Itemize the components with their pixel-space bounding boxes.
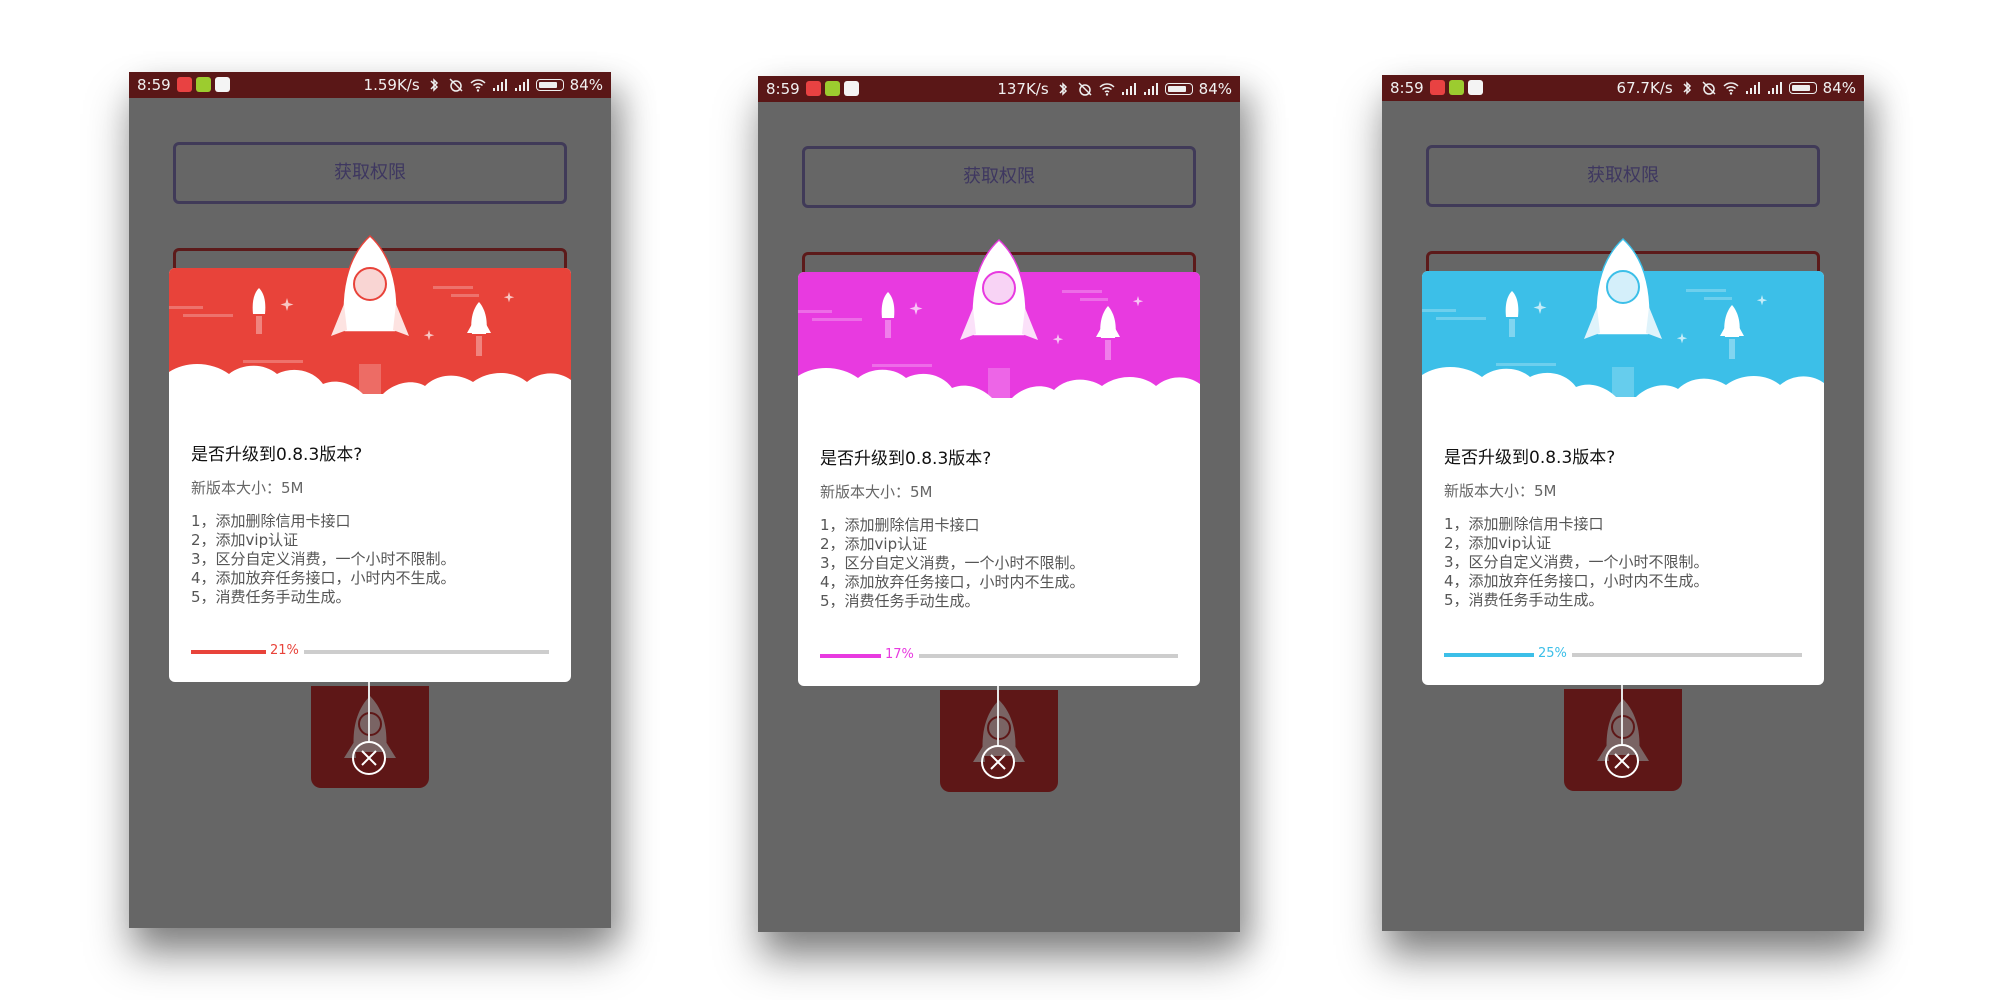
battery-icon	[535, 79, 564, 91]
release-note-line: 2，添加vip认证	[191, 531, 299, 549]
update-dialog: 是否升级到0.8.3版本? 新版本大小：5M 1，添加删除信用卡接口 2，添加v…	[169, 234, 571, 682]
progress-track	[1572, 653, 1802, 657]
status-bar: 8:59 137K/s 84%	[758, 76, 1240, 102]
wifi-icon	[470, 79, 486, 92]
release-note-line: 3，区分自定义消费，一个小时不限制。	[191, 550, 456, 568]
signal-icon-2	[1143, 83, 1158, 95]
rocket-icon	[331, 234, 409, 336]
small-rocket-left-icon	[881, 292, 895, 338]
signal-icon-2	[1767, 82, 1782, 94]
battery-icon	[1788, 82, 1817, 94]
alarm-off-icon	[449, 78, 463, 92]
update-size: 新版本大小：5M	[191, 479, 304, 497]
close-icon[interactable]	[1604, 743, 1640, 779]
phone-screen-red: 8:59 1.59K/s 84% 获取权限 是否升级到0.8.3版本? 新版本大…	[129, 72, 611, 928]
update-size: 新版本大小：5M	[820, 483, 933, 501]
status-bar: 8:59 1.59K/s 84%	[129, 72, 611, 98]
small-rocket-right-icon	[1096, 306, 1120, 360]
release-note-line: 5，消费任务手动生成。	[820, 592, 980, 610]
signal-icon	[1121, 83, 1136, 95]
notification-app-icon	[825, 81, 840, 96]
dialog-title: 是否升级到0.8.3版本?	[1444, 448, 1616, 468]
release-note-line: 2，添加vip认证	[1444, 534, 1552, 552]
release-notes: 1，添加删除信用卡接口 2，添加vip认证 3，区分自定义消费，一个小时不限制。…	[191, 512, 456, 607]
notification-app-icon	[1449, 80, 1464, 95]
close-connector	[368, 682, 370, 742]
status-bar: 8:59 67.7K/s 84%	[1382, 75, 1864, 101]
download-progress-bar: 21%	[191, 643, 549, 660]
progress-track	[304, 650, 549, 654]
release-notes: 1，添加删除信用卡接口 2，添加vip认证 3，区分自定义消费，一个小时不限制。…	[1444, 515, 1709, 610]
release-note-line: 1，添加删除信用卡接口	[1444, 515, 1604, 533]
release-note-line: 3，区分自定义消费，一个小时不限制。	[1444, 553, 1709, 571]
release-note-line: 4，添加放弃任务接口，小时内不生成。	[1444, 572, 1709, 590]
release-note-line: 5，消费任务手动生成。	[1444, 591, 1604, 609]
status-time: 8:59	[137, 76, 171, 94]
signal-icon	[492, 79, 507, 91]
small-rocket-left-icon	[252, 288, 266, 334]
signal-icon	[1745, 82, 1760, 94]
progress-fill	[820, 654, 881, 658]
rocket-icon	[1584, 237, 1662, 339]
notification-bell-icon	[806, 81, 821, 96]
notification-app-icon	[196, 77, 211, 92]
bluetooth-icon	[1683, 81, 1691, 95]
notification-triangle-icon	[844, 81, 859, 96]
small-rocket-right-icon	[1720, 305, 1744, 359]
network-speed: 1.59K/s	[363, 76, 420, 94]
release-note-line: 4，添加放弃任务接口，小时内不生成。	[191, 569, 456, 587]
close-icon[interactable]	[351, 740, 387, 776]
release-note-line: 5，消费任务手动生成。	[191, 588, 351, 606]
notification-bell-icon	[177, 77, 192, 92]
bluetooth-icon	[1059, 82, 1067, 96]
release-note-line: 3，区分自定义消费，一个小时不限制。	[820, 554, 1085, 572]
wifi-icon	[1723, 82, 1739, 95]
network-speed: 67.7K/s	[1616, 79, 1673, 97]
progress-percent: 21%	[270, 643, 299, 658]
release-note-line: 2，添加vip认证	[820, 535, 928, 553]
release-note-line: 1，添加删除信用卡接口	[191, 512, 351, 530]
progress-percent: 25%	[1538, 646, 1567, 661]
progress-track	[919, 654, 1178, 658]
alarm-off-icon	[1078, 82, 1092, 96]
notification-triangle-icon	[215, 77, 230, 92]
progress-fill	[191, 650, 266, 654]
wifi-icon	[1099, 83, 1115, 96]
download-progress-bar: 25%	[1444, 646, 1802, 663]
alarm-off-icon	[1702, 81, 1716, 95]
notification-triangle-icon	[1468, 80, 1483, 95]
battery-level: 84%	[1198, 80, 1232, 98]
get-permission-button[interactable]: 获取权限	[1426, 145, 1820, 207]
bluetooth-icon	[430, 78, 438, 92]
update-dialog: 是否升级到0.8.3版本? 新版本大小：5M 1，添加删除信用卡接口 2，添加v…	[798, 238, 1200, 686]
small-rocket-right-icon	[467, 302, 491, 356]
update-size: 新版本大小：5M	[1444, 482, 1557, 500]
network-speed: 137K/s	[997, 80, 1049, 98]
get-permission-button[interactable]: 获取权限	[802, 146, 1196, 208]
close-connector	[997, 686, 999, 746]
download-progress-bar: 17%	[820, 647, 1178, 664]
battery-icon	[1164, 83, 1193, 95]
release-note-line: 4，添加放弃任务接口，小时内不生成。	[820, 573, 1085, 591]
status-time: 8:59	[1390, 79, 1424, 97]
progress-fill	[1444, 653, 1534, 657]
close-icon[interactable]	[980, 744, 1016, 780]
battery-level: 84%	[1822, 79, 1856, 97]
release-notes: 1，添加删除信用卡接口 2，添加vip认证 3，区分自定义消费，一个小时不限制。…	[820, 516, 1085, 611]
notification-bell-icon	[1430, 80, 1445, 95]
phone-screen-blue: 8:59 67.7K/s 84% 获取权限 是否升级到0.8.3版本? 新版本大…	[1382, 75, 1864, 931]
battery-level: 84%	[569, 76, 603, 94]
progress-percent: 17%	[885, 647, 914, 662]
dialog-title: 是否升级到0.8.3版本?	[820, 449, 992, 469]
small-rocket-left-icon	[1505, 291, 1519, 337]
release-note-line: 1，添加删除信用卡接口	[820, 516, 980, 534]
phone-screen-magenta: 8:59 137K/s 84% 获取权限 是否升级到0.8.3版本? 新版本大小…	[758, 76, 1240, 932]
status-time: 8:59	[766, 80, 800, 98]
close-connector	[1621, 685, 1623, 745]
get-permission-button[interactable]: 获取权限	[173, 142, 567, 204]
rocket-icon	[960, 238, 1038, 340]
dialog-title: 是否升级到0.8.3版本?	[191, 445, 363, 465]
signal-icon-2	[514, 79, 529, 91]
update-dialog: 是否升级到0.8.3版本? 新版本大小：5M 1，添加删除信用卡接口 2，添加v…	[1422, 237, 1824, 685]
